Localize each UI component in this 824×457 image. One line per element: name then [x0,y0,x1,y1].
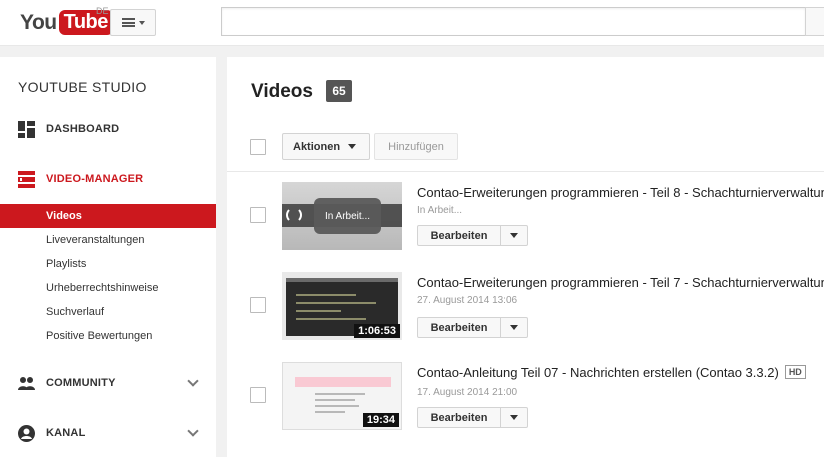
community-icon [18,376,35,390]
masthead: You Tube DE [0,0,824,46]
video-thumbnail[interactable]: 1:06:53 [282,272,402,340]
logo-region-label: DE [96,6,109,16]
sidebar-item-label: Suchverlauf [46,306,105,318]
sidebar-item-label: DASHBOARD [46,123,120,135]
logo-you-text: You [20,10,57,34]
sidebar-item-label: Liveveranstaltungen [46,234,145,246]
edit-button[interactable]: Bearbeiten [417,317,501,338]
video-row: 1:06:53 Contao-Erweiterungen programmier… [227,272,824,362]
add-button[interactable]: Hinzufügen [374,133,458,160]
hamburger-icon [121,18,135,27]
sync-icon [286,207,302,223]
video-title[interactable]: Contao-Erweiterungen programmieren - Tei… [417,185,824,200]
account-icon [18,424,35,442]
sidebar-item-playlists[interactable]: Playlists [0,252,216,276]
youtube-logo[interactable]: You Tube DE [20,6,113,35]
video-row: 19:34 Contao-Anleitung Teil 07 - Nachric… [227,362,824,452]
sidebar-item-urheberrechtshinweise[interactable]: Urheberrechtshinweise [0,276,216,300]
sidebar-item-community[interactable]: COMMUNITY [0,371,216,395]
chevron-down-icon[interactable] [187,375,199,387]
chevron-down-icon [510,233,518,238]
video-manager-icon [18,170,35,188]
sidebar: YOUTUBE STUDIO DASHBOARD VIDEO-MANAGER V… [0,57,216,457]
search-button[interactable] [805,7,824,36]
edit-button[interactable]: Bearbeiten [417,225,501,246]
select-all-checkbox[interactable] [250,139,266,155]
actions-button[interactable]: Aktionen [282,133,370,160]
video-title-text: Contao-Anleitung Teil 07 - Nachrichten e… [417,365,779,380]
sidebar-item-liveveranstaltungen[interactable]: Liveveranstaltungen [0,228,216,252]
edit-button[interactable]: Bearbeiten [417,407,501,428]
sidebar-item-label: Urheberrechtshinweise [46,282,159,294]
hd-badge: HD [784,365,806,379]
sidebar-item-kanal[interactable]: KANAL [0,421,216,445]
sidebar-item-label: KANAL [46,427,86,439]
sidebar-item-label: COMMUNITY [46,377,116,389]
sidebar-item-label: VIDEO-MANAGER [46,173,144,185]
video-duration: 1:06:53 [354,324,400,338]
edit-button-group: Bearbeiten [417,317,528,338]
chevron-down-icon [138,20,145,25]
edit-dropdown-button[interactable] [501,407,528,428]
chevron-down-icon [510,415,518,420]
video-title[interactable]: Contao-Erweiterungen programmieren - Tei… [417,275,824,290]
sidebar-item-label: Videos [46,210,82,222]
processing-overlay: In Arbeit... [314,198,381,234]
edit-button-group: Bearbeiten [417,225,528,246]
chevron-down-icon[interactable] [187,425,199,437]
video-status: In Arbeit... [417,205,463,216]
studio-title: YOUTUBE STUDIO [18,79,147,95]
video-duration: 19:34 [362,413,399,427]
chevron-down-icon [510,325,518,330]
sidebar-item-label: Playlists [46,258,87,270]
video-manager-panel: Videos 65 Aktionen Hinzufügen In Arbeit.… [227,57,824,457]
sidebar-item-suchverlauf[interactable]: Suchverlauf [0,300,216,324]
divider [227,171,824,172]
dashboard-icon [18,120,35,138]
actions-label: Aktionen [293,140,341,153]
sidebar-item-label: Positive Bewertungen [46,330,153,342]
edit-dropdown-button[interactable] [501,225,528,246]
sidebar-item-videos[interactable]: Videos [0,204,216,228]
thumbnail-image [295,377,391,387]
video-date: 17. August 2014 21:00 [417,387,518,398]
video-checkbox[interactable] [250,207,266,223]
edit-button-group: Bearbeiten [417,407,528,428]
edit-dropdown-button[interactable] [501,317,528,338]
video-date: 27. August 2014 13:06 [417,295,518,306]
video-thumbnail[interactable]: In Arbeit... [282,182,402,250]
search-input[interactable] [221,7,806,36]
video-checkbox[interactable] [250,297,266,313]
video-checkbox[interactable] [250,387,266,403]
sidebar-item-video-manager[interactable]: VIDEO-MANAGER [0,167,216,191]
chevron-down-icon [348,144,357,149]
video-title[interactable]: Contao-Anleitung Teil 07 - Nachrichten e… [417,365,806,380]
video-count-badge: 65 [326,80,352,102]
sidebar-item-positive-bewertungen[interactable]: Positive Bewertungen [0,324,216,348]
video-row: In Arbeit... Contao-Erweiterungen progra… [227,182,824,272]
page-title: Videos [251,81,313,102]
guide-menu-button[interactable] [110,9,156,36]
sidebar-item-dashboard[interactable]: DASHBOARD [0,117,216,141]
video-thumbnail[interactable]: 19:34 [282,362,402,430]
